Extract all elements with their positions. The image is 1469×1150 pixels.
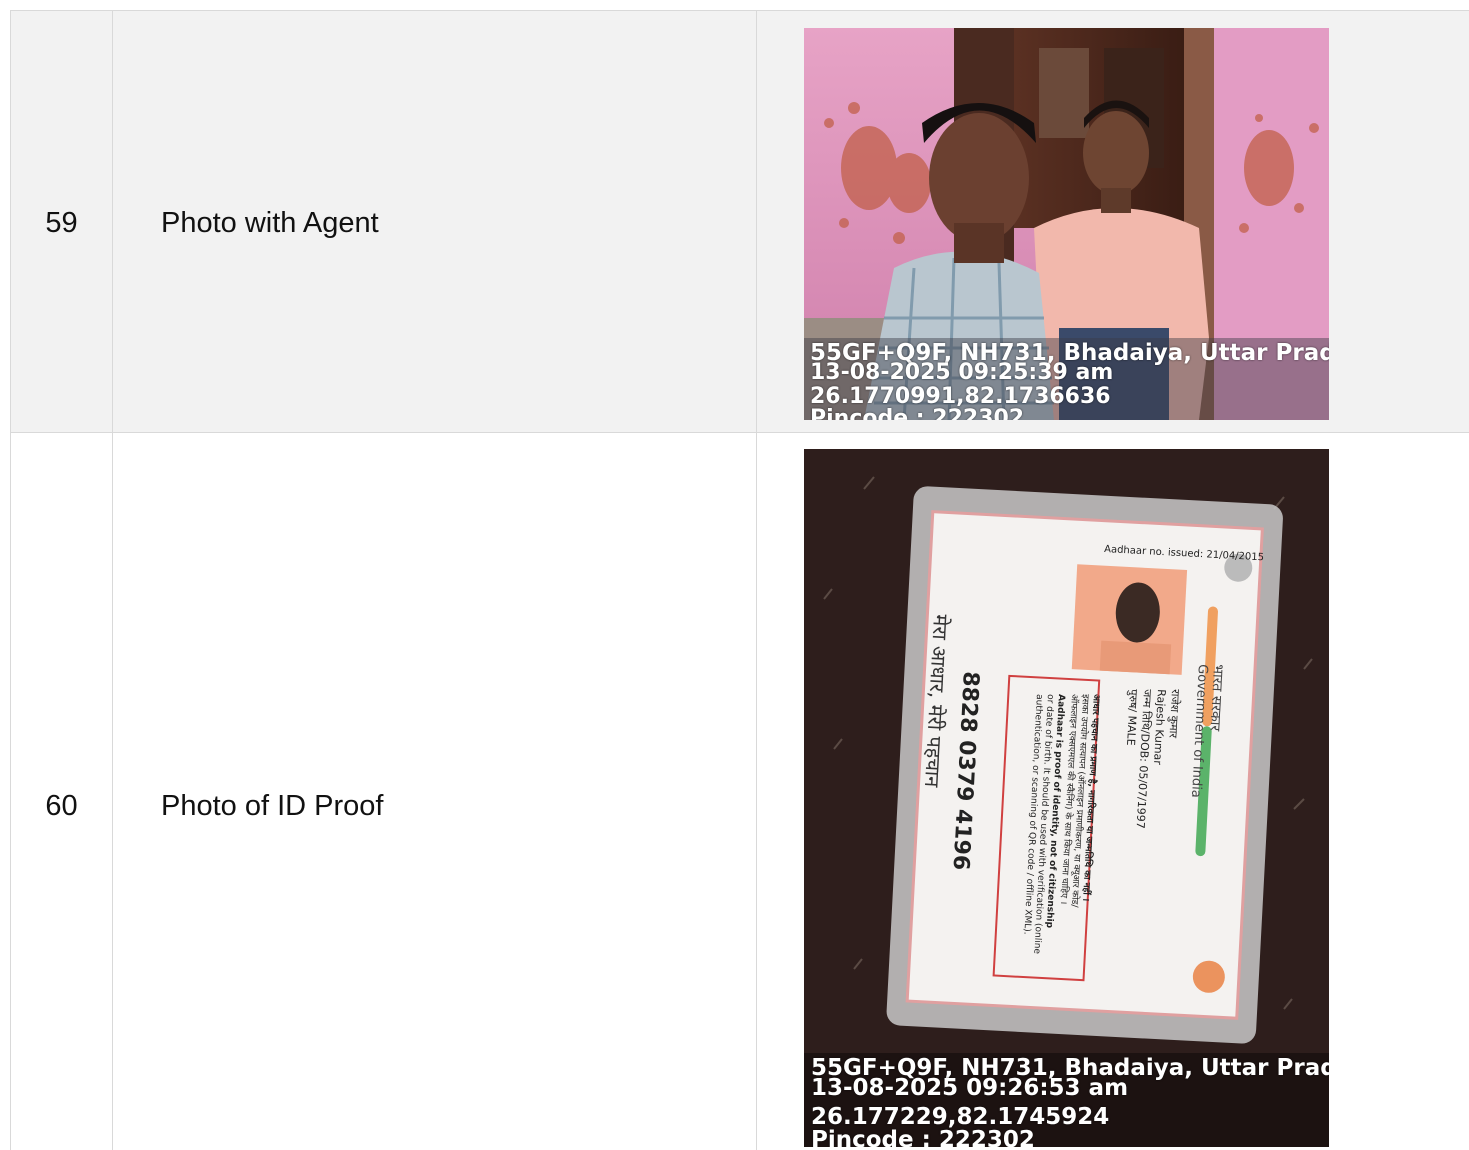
column-divider: [112, 11, 113, 432]
column-divider: [112, 433, 113, 1150]
geotag-pincode: Pincode : 222302: [810, 406, 1025, 421]
geotag-pincode: Pincode : 222302: [811, 1127, 1035, 1148]
row-number: 59: [45, 207, 78, 239]
report-table: 59 Photo with Agent 55GF+Q9F, NH731, Bha…: [10, 10, 1469, 1150]
column-divider: [756, 11, 757, 432]
id-proof-photo: Aadhaar no. issued: 21/04/2015 भारत सरका…: [804, 449, 1329, 1147]
column-divider: [756, 433, 757, 1150]
row-label: Photo with Agent: [161, 207, 379, 239]
geotag-overlay: 55GF+Q9F, NH731, Bhadaiya, Uttar Pradesh…: [804, 338, 1329, 420]
name-hindi: राजेश कुमार: [1166, 689, 1182, 739]
row-label: Photo of ID Proof: [161, 790, 384, 822]
geotag-coordinates: 26.177229,82.1745924: [811, 1104, 1110, 1130]
row-number: 60: [45, 790, 78, 822]
agent-photo: 55GF+Q9F, NH731, Bhadaiya, Uttar Pradesh…: [804, 28, 1329, 420]
table-row: 60 Photo of ID Proof Aadhaar no. issued:…: [11, 433, 1469, 1150]
geotag-overlay: 55GF+Q9F, NH731, Bhadaiya, Uttar Pradesh…: [804, 1053, 1329, 1147]
id-proof-image: Aadhaar no. issued: 21/04/2015 भारत सरका…: [804, 449, 1329, 1147]
table-row: 59 Photo with Agent 55GF+Q9F, NH731, Bha…: [11, 11, 1469, 433]
geotag-coordinates: 26.1770991,82.1736636: [810, 384, 1111, 409]
